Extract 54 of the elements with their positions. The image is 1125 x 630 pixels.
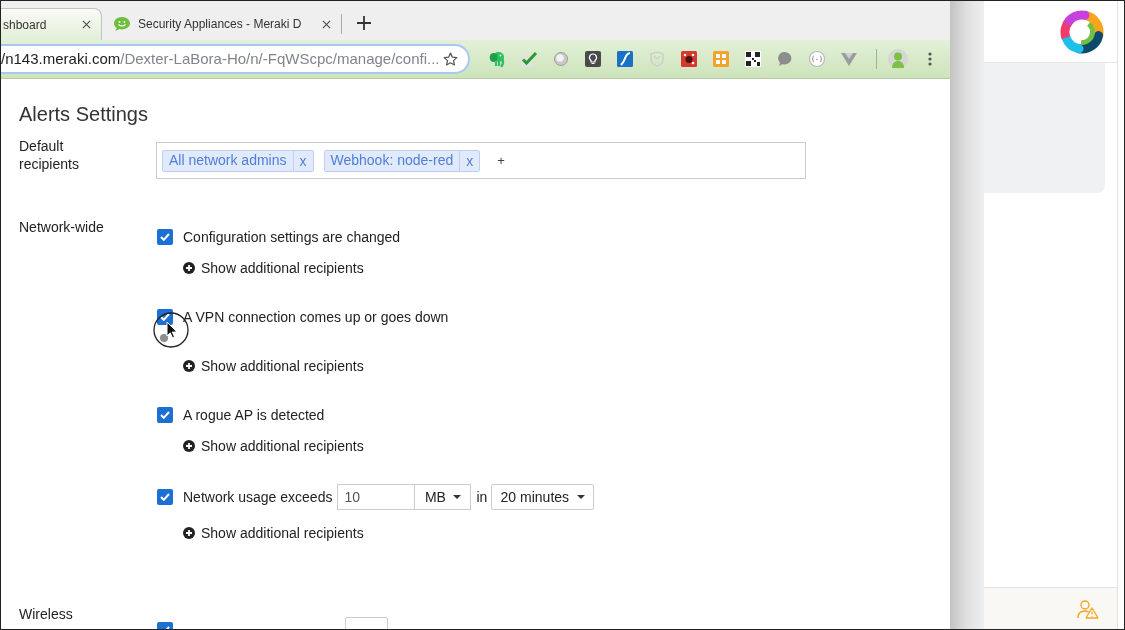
field-label: Default recipients xyxy=(19,137,80,173)
speech-bubble-icon[interactable] xyxy=(776,50,794,68)
caret-icon xyxy=(452,495,461,499)
tab-title: shboard xyxy=(3,16,47,34)
wave-tile-icon[interactable] xyxy=(616,50,634,68)
plus-circle-icon xyxy=(183,440,195,452)
alert-label: Network usage exceeds xyxy=(183,487,333,507)
plus-circle-icon xyxy=(183,360,195,372)
plus-circle-icon xyxy=(183,527,195,539)
checkmark-icon[interactable] xyxy=(520,50,538,68)
bug-tile-icon[interactable] xyxy=(680,50,698,68)
star-icon[interactable] xyxy=(443,51,458,67)
checkmark-icon xyxy=(160,313,170,321)
show-recipients-link[interactable]: Show additional recipients xyxy=(183,259,364,277)
tab-title: Security Appliances - Meraki D xyxy=(138,16,302,33)
address-bar[interactable]: /n143.meraki.com/Dexter-LaBora-Ho/n/-FqWScpc/manage/confi... xyxy=(1,44,470,74)
alert-label: A VPN connection comes up or goes down xyxy=(183,307,449,327)
checkbox[interactable] xyxy=(157,407,173,423)
amount-input[interactable]: 10 xyxy=(337,484,416,510)
ring-logo-icon xyxy=(1060,9,1104,54)
page-title: Alerts Settings xyxy=(19,102,149,126)
joiner-label: in xyxy=(476,487,488,507)
recipients-field[interactable]: All network admins x Webhook: node-red x + xyxy=(156,142,806,179)
show-recipients-link[interactable]: Show additional recipients xyxy=(183,357,364,375)
section-label: Wireless xyxy=(19,606,73,622)
more-menu-icon[interactable] xyxy=(928,52,932,66)
chip-label: All network admins xyxy=(168,151,288,170)
period-dropdown[interactable]: 20 minutes xyxy=(491,484,595,510)
alert-label: A rogue AP is detected xyxy=(183,405,325,425)
browser-tab[interactable]: shboard xyxy=(1,8,102,40)
checkbox[interactable] xyxy=(157,489,173,505)
lightbulb-icon[interactable] xyxy=(584,50,602,68)
checkmark-icon xyxy=(160,411,170,419)
close-icon[interactable] xyxy=(82,20,91,29)
chip-label: Webhook: node-red xyxy=(329,151,455,170)
show-recipients-link[interactable]: Show additional recipients xyxy=(183,437,364,455)
checkbox[interactable] xyxy=(157,229,173,245)
qr-code-icon[interactable] xyxy=(744,50,762,68)
checkmark-icon xyxy=(160,493,170,501)
grid-tile-icon[interactable] xyxy=(712,50,730,68)
browser-tab[interactable]: Security Appliances - Meraki D xyxy=(102,8,341,40)
close-icon[interactable] xyxy=(322,19,331,29)
chat-bubble-icon xyxy=(113,16,131,32)
plus-circle-icon xyxy=(183,262,195,274)
url-text: /n143.meraki.com/Dexter-LaBora-Ho/n/-FqWScpc/manage/confi... xyxy=(1,48,441,69)
section-label: Network-wide xyxy=(19,219,104,235)
caret-icon xyxy=(577,495,586,499)
checkmark-icon xyxy=(160,233,170,241)
elephant-icon[interactable] xyxy=(488,50,506,68)
new-tab-plus-icon[interactable] xyxy=(357,16,371,30)
unit-dropdown[interactable]: MB xyxy=(415,484,472,510)
add-recipient-button[interactable]: + xyxy=(497,150,505,171)
show-recipients-link[interactable]: Show additional recipients xyxy=(183,524,364,542)
alert-label: Configuration settings are changed xyxy=(183,227,401,247)
